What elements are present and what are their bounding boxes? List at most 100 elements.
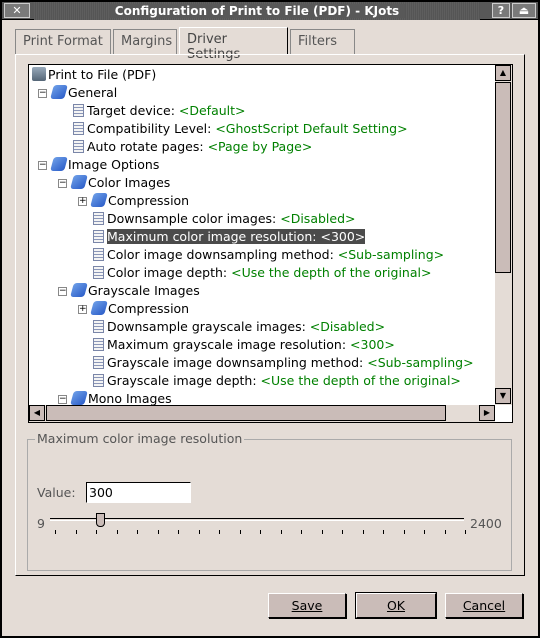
tree-item-label: Color Images xyxy=(88,175,170,190)
tree-item-label: General xyxy=(68,85,117,100)
tree-item[interactable]: Auto rotate pages: <Page by Page> xyxy=(72,138,312,156)
tree-item[interactable]: Print to File (PDF) xyxy=(32,66,156,84)
item-value: <Disabled> xyxy=(280,211,356,226)
expand-icon[interactable]: + xyxy=(78,197,87,206)
slider-tick xyxy=(342,530,343,534)
collapse-icon[interactable]: − xyxy=(38,161,47,170)
tree-item-label: Grayscale image depth: <Use the depth of… xyxy=(107,373,461,388)
vertical-scrollbar[interactable]: ▲ ▼ xyxy=(495,65,512,405)
tree-item[interactable]: Color Images xyxy=(70,174,170,192)
tree-item[interactable]: Color image downsampling method: <Sub-sa… xyxy=(92,246,444,264)
item-name: Compression xyxy=(108,301,190,316)
value-input[interactable]: 300 xyxy=(86,482,191,503)
tab-print-format[interactable]: Print Format xyxy=(15,29,111,54)
item-value: <GhostScript Default Setting> xyxy=(215,121,408,136)
item-name: Grayscale image depth: xyxy=(107,373,261,388)
slider-tick xyxy=(362,530,364,534)
expand-icon[interactable]: + xyxy=(78,305,87,314)
cancel-button[interactable]: Cancel xyxy=(445,593,523,618)
item-name: Compatibility Level: xyxy=(87,121,216,136)
collapse-icon[interactable]: − xyxy=(38,89,47,98)
tree-item[interactable]: Compatibility Level: <GhostScript Defaul… xyxy=(72,120,408,138)
tree-item[interactable]: Downsample color images: <Disabled> xyxy=(92,210,356,228)
item-name: Color image downsampling method: xyxy=(107,247,338,262)
item-name: Grayscale image downsampling method: xyxy=(107,355,368,370)
scroll-down-arrow-icon[interactable]: ▼ xyxy=(495,388,511,404)
slider-tick xyxy=(424,530,425,534)
document-icon xyxy=(93,266,104,279)
window-title-text: Configuration of Print to File (PDF) - K… xyxy=(108,4,406,18)
driver-options-tree[interactable]: ▲ ▼ ◀ ▶ Print to File (PDF) General − Targe… xyxy=(28,64,513,423)
tab-filters[interactable]: Filters xyxy=(290,29,355,54)
close-button[interactable]: ✕ xyxy=(4,3,30,18)
item-name: Mono Images xyxy=(88,391,172,406)
tree-item[interactable]: Maximum color image resolution: <300> xyxy=(92,228,366,246)
ok-button[interactable]: OK xyxy=(355,592,437,619)
slider-tick xyxy=(321,530,323,534)
item-name: Print to File (PDF) xyxy=(48,67,157,82)
window-title: Configuration of Print to File (PDF) - K… xyxy=(34,2,480,20)
slider-tick xyxy=(198,530,200,534)
item-value: <Page by Page> xyxy=(207,139,313,154)
tree-item-label: Auto rotate pages: <Page by Page> xyxy=(87,139,312,154)
slider-tick xyxy=(137,530,138,534)
slider-track[interactable] xyxy=(50,518,464,521)
shade-button[interactable]: ⏏ xyxy=(512,3,536,18)
tab-driver-settings[interactable]: Driver Settings xyxy=(179,27,288,62)
slider-tick xyxy=(301,530,302,534)
tree-item[interactable]: Target device: <Default> xyxy=(72,102,246,120)
collapse-icon[interactable]: − xyxy=(58,179,67,188)
tree-item-label: Target device: <Default> xyxy=(87,103,246,118)
slider-tick xyxy=(260,530,261,534)
document-icon xyxy=(93,320,104,333)
item-value: <Default> xyxy=(178,103,246,118)
item-name: Maximum grayscale image resolution: xyxy=(107,337,351,352)
vertical-scroll-thumb[interactable] xyxy=(495,82,511,273)
document-icon xyxy=(93,230,104,243)
help-button[interactable]: ? xyxy=(492,3,510,18)
item-value: <Sub-sampling> xyxy=(337,247,445,262)
tree-item[interactable]: Grayscale image depth: <Use the depth of… xyxy=(92,372,461,390)
tree-item[interactable]: Downsample grayscale images: <Disabled> xyxy=(92,318,385,336)
tree-item-label: Downsample grayscale images: <Disabled> xyxy=(107,319,385,334)
tree-item[interactable]: General xyxy=(50,84,117,102)
tree-item[interactable]: Compression xyxy=(90,192,189,210)
slider-max-label: 2400 xyxy=(470,516,502,531)
item-name: Downsample color images: xyxy=(107,211,281,226)
tree-item[interactable]: Image Options xyxy=(50,156,159,174)
tree-item-label: Downsample color images: <Disabled> xyxy=(107,211,356,226)
item-value: <Sub-sampling> xyxy=(367,355,474,370)
document-icon xyxy=(93,248,104,261)
tree-item-label: Color image downsampling method: <Sub-sa… xyxy=(107,247,444,262)
tab-margins[interactable]: Margins xyxy=(113,29,177,54)
tree-item-label: Compression xyxy=(108,301,189,316)
tree-item[interactable]: Maximum grayscale image resolution: <300… xyxy=(92,336,395,354)
folder-icon xyxy=(70,391,88,405)
scroll-up-arrow-icon[interactable]: ▲ xyxy=(495,65,511,81)
item-value: <300> xyxy=(320,229,366,244)
tree-item-label: Grayscale image downsampling method: <Su… xyxy=(107,355,474,370)
tree-item[interactable]: Compression xyxy=(90,300,189,318)
tree-item[interactable]: Grayscale Images xyxy=(70,282,200,300)
item-value: <Disabled> xyxy=(309,319,386,334)
tree-item-label: Maximum grayscale image resolution: <300… xyxy=(107,337,395,352)
tree-item[interactable]: Mono Images xyxy=(70,390,172,408)
document-icon xyxy=(93,374,104,387)
slider-tick xyxy=(280,530,282,534)
folder-icon xyxy=(50,157,68,171)
collapse-icon[interactable]: − xyxy=(58,395,67,404)
scroll-right-arrow-icon[interactable]: ▶ xyxy=(479,405,495,421)
tree-item[interactable]: Color image depth: <Use the depth of the… xyxy=(92,264,431,282)
slider-tick xyxy=(239,530,241,534)
slider-handle[interactable] xyxy=(96,513,106,527)
tree-item-label: Color image depth: <Use the depth of the… xyxy=(107,265,431,280)
slider-tick xyxy=(465,530,466,534)
item-name: Grayscale Images xyxy=(88,283,200,298)
scroll-left-arrow-icon[interactable]: ◀ xyxy=(29,405,45,421)
tree-item[interactable]: Grayscale image downsampling method: <Su… xyxy=(92,354,474,372)
collapse-icon[interactable]: − xyxy=(58,287,67,296)
save-button[interactable]: Save xyxy=(268,593,346,618)
cancel-label: Cancel xyxy=(462,598,506,613)
title-bar[interactable]: ✕ Configuration of Print to File (PDF) -… xyxy=(2,2,538,20)
slider-tick xyxy=(116,530,118,534)
